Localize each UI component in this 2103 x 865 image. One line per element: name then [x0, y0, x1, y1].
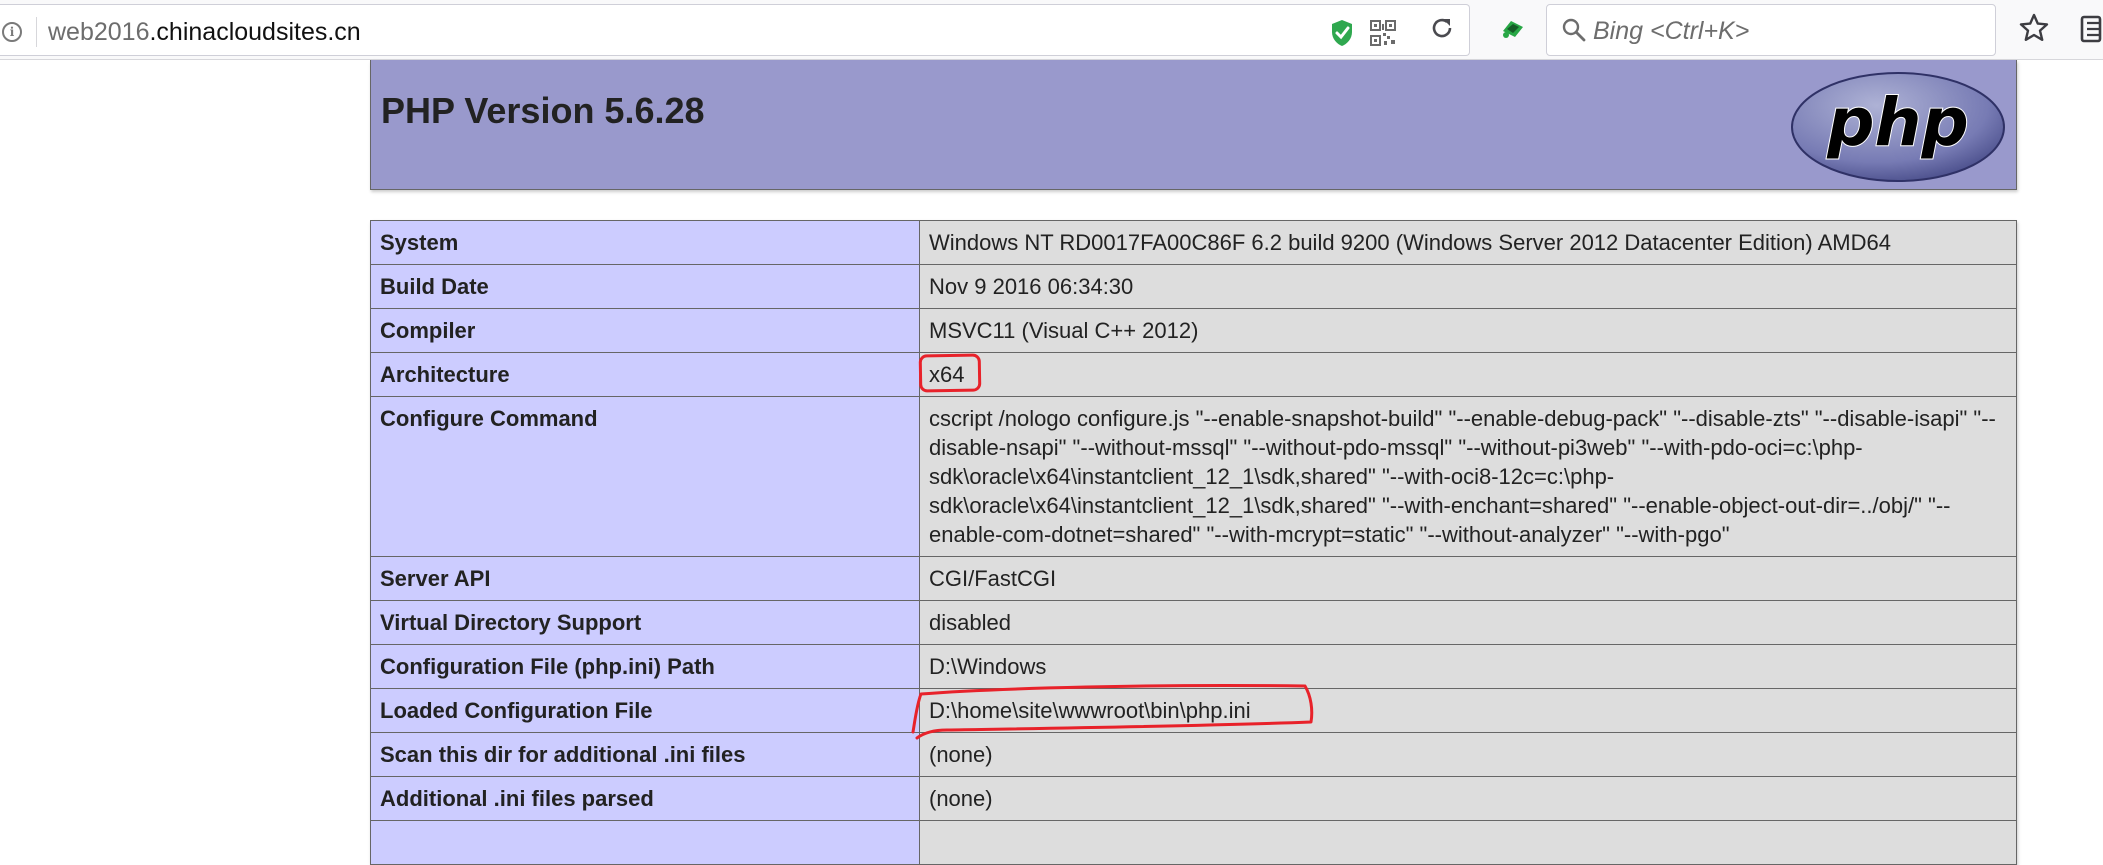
address-bar[interactable]: i web2016.chinacloudsites.cn: [0, 4, 1470, 56]
row-value: Nov 9 2016 06:34:30: [919, 264, 2017, 309]
red-circle-annotation: [918, 353, 982, 393]
row-value-container: x64: [918, 352, 2017, 397]
url-text[interactable]: web2016.chinacloudsites.cn: [48, 17, 361, 47]
search-icon: [1562, 18, 1586, 42]
row-label: Build Date: [370, 264, 920, 309]
php-info-table: System Windows NT RD0017FA00C86F 6.2 bui…: [370, 220, 2017, 865]
php-logo[interactable]: php: [1788, 70, 2008, 184]
library-icon[interactable]: [2080, 15, 2103, 43]
row-label-empty: [370, 820, 920, 865]
table-row: System Windows NT RD0017FA00C86F 6.2 bui…: [370, 220, 2017, 265]
table-row: Virtual Directory Support disabled: [370, 600, 2017, 645]
table-row: Server API CGI/FastCGI: [370, 556, 2017, 601]
search-bar[interactable]: Bing <Ctrl+K>: [1546, 4, 1996, 56]
browser-toolbar: i web2016.chinacloudsites.cn Bing <Ctrl+…: [0, 0, 2103, 60]
bookmark-star-icon[interactable]: [2019, 13, 2049, 43]
row-label: Additional .ini files parsed: [370, 776, 920, 821]
reload-icon[interactable]: [1428, 14, 1456, 42]
red-circle-annotation: [911, 683, 1314, 740]
row-label: Configuration File (php.ini) Path: [370, 644, 920, 689]
row-label: Server API: [370, 556, 920, 601]
table-row: Loaded Configuration File D:\home\site\w…: [370, 683, 2017, 740]
row-value: Windows NT RD0017FA00C86F 6.2 build 9200…: [919, 220, 2017, 265]
table-row: Compiler MSVC11 (Visual C++ 2012): [370, 308, 2017, 353]
table-row: Configure Command cscript /nologo config…: [370, 396, 2017, 557]
row-value: (none): [919, 776, 2017, 821]
row-label: Loaded Configuration File: [370, 688, 920, 733]
highlighted-value: D:\home\site\wwwroot\bin\php.ini: [911, 683, 1314, 740]
table-row: Build Date Nov 9 2016 06:34:30: [370, 264, 2017, 309]
table-row: Architecture x64: [370, 352, 2017, 397]
row-label: System: [370, 220, 920, 265]
row-value: disabled: [919, 600, 2017, 645]
page-title: PHP Version 5.6.28: [381, 90, 705, 131]
highlighted-value: x64: [918, 353, 982, 393]
row-label: Configure Command: [370, 396, 920, 557]
table-row: [370, 820, 2017, 865]
row-label: Compiler: [370, 308, 920, 353]
row-value: cscript /nologo configure.js "--enable-s…: [919, 396, 2017, 557]
row-label: Virtual Directory Support: [370, 600, 920, 645]
row-value: MSVC11 (Visual C++ 2012): [919, 308, 2017, 353]
info-icon[interactable]: i: [2, 22, 22, 42]
table-row: Additional .ini files parsed (none): [370, 776, 2017, 821]
row-label: Scan this dir for additional .ini files: [370, 732, 920, 777]
search-placeholder: Bing <Ctrl+K>: [1593, 17, 1750, 45]
row-value-container: D:\home\site\wwwroot\bin\php.ini: [911, 683, 2017, 740]
shield-icon[interactable]: [1330, 19, 1354, 47]
php-logo-text: php: [1826, 84, 1968, 161]
extension-icon[interactable]: [1497, 13, 1527, 43]
row-value-empty: [919, 820, 2017, 865]
url-separator: [36, 17, 37, 47]
url-host: web2016: [48, 18, 150, 46]
row-value: CGI/FastCGI: [919, 556, 2017, 601]
url-domain: .chinacloudsites.cn: [149, 18, 361, 46]
php-header: PHP Version 5.6.28 php: [370, 60, 2017, 190]
row-label: Architecture: [370, 352, 920, 397]
qr-code-icon[interactable]: [1370, 20, 1396, 46]
